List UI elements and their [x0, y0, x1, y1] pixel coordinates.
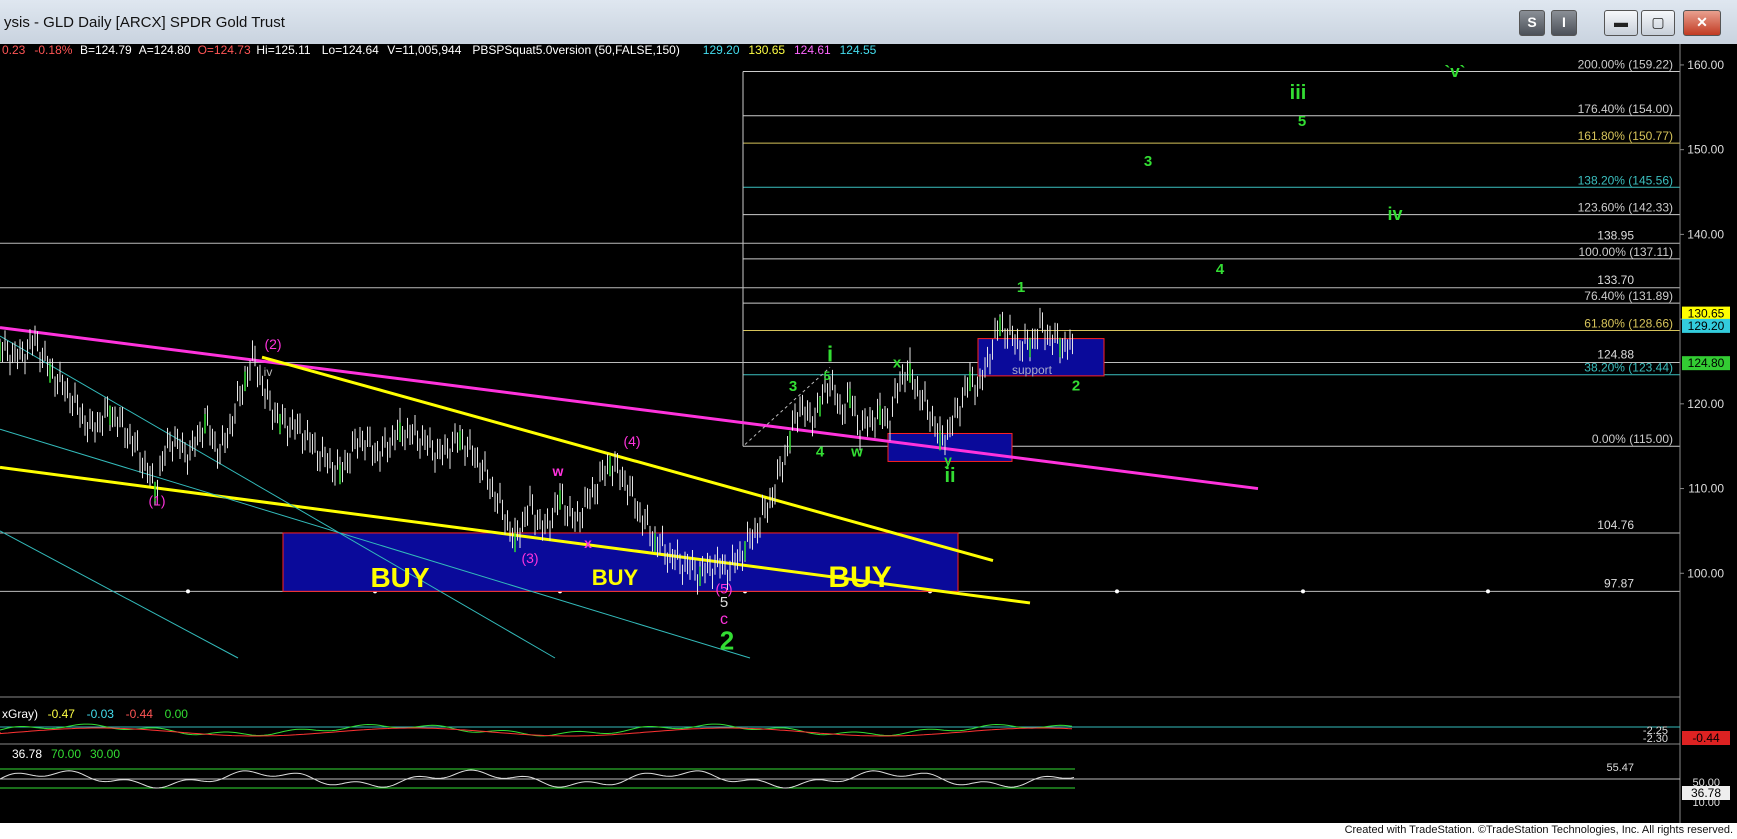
ind2-seg-2: 30.00 [90, 747, 120, 761]
fib-label-9: 0.00% (115.00) [1592, 432, 1673, 446]
fib-label-2: 161.80% (150.77) [1578, 129, 1673, 143]
annotation-14: 3 [789, 378, 797, 395]
tradestation-window: ysis - GLD Daily [ARCX] SPDR Gold Trust … [0, 0, 1737, 839]
ind2-axis-0: 55.47 [1606, 762, 1634, 774]
level-dot-6 [1301, 589, 1305, 594]
annotation-1: BUY [592, 565, 639, 590]
annotation-24: 2 [1072, 377, 1080, 394]
level-label-0: 138.95 [1597, 228, 1634, 242]
level-dot-0 [186, 589, 190, 594]
annotation-0: BUY [370, 562, 429, 593]
annotation-11: 5 [720, 594, 728, 611]
chart-background [0, 44, 1737, 823]
annotation-9: w [552, 463, 564, 479]
annotation-10: x [584, 535, 592, 551]
y-tick-label-4: 120.00 [1687, 397, 1724, 411]
annotation-25: 4 [1216, 261, 1225, 278]
header-seg-4: O=124.73 [198, 44, 251, 57]
annotation-27: iv [1387, 204, 1402, 224]
header-seg-12: 124.55 [840, 44, 877, 57]
s-button[interactable]: S [1519, 10, 1545, 36]
ind2-seg-0: 36.78 [12, 747, 42, 761]
level-dot-5 [1115, 589, 1119, 594]
annotation-16: 5 [824, 369, 831, 383]
annotation-3: (1) [148, 493, 165, 509]
footer: Created with TradeStation. ©TradeStation… [0, 823, 1737, 839]
annotation-17: i [827, 341, 833, 366]
ind2-seg-1: 70.00 [51, 747, 81, 761]
header-seg-11: 124.61 [794, 44, 831, 57]
title-bar[interactable]: ysis - GLD Daily [ARCX] SPDR Gold Trust … [0, 0, 1737, 45]
annotation-2: BUY [828, 561, 891, 594]
annotation-7: (4) [623, 433, 640, 449]
ind1-seg-0: xGray) [2, 707, 38, 721]
header-seg-3: A=124.80 [139, 44, 191, 57]
annotation-23: 1 [1017, 279, 1025, 296]
window-title: ysis - GLD Daily [ARCX] SPDR Gold Trust [4, 14, 285, 31]
fib-label-7: 61.80% (128.66) [1584, 316, 1673, 330]
annotation-30: `v` [1445, 62, 1466, 81]
ind1-seg-2: -0.03 [87, 707, 115, 721]
minimize-button[interactable]: ▬ [1604, 10, 1638, 36]
annotation-5: iv [264, 365, 273, 379]
y-tick-label-2: 140.00 [1687, 227, 1724, 241]
annotation-18: w [850, 443, 863, 460]
ind1-seg-1: -0.47 [48, 707, 76, 721]
level-label-1: 133.70 [1597, 273, 1634, 287]
annotation-28: iii [1290, 82, 1307, 104]
footer-credit: Created with TradeStation. ©TradeStation… [1344, 824, 1733, 836]
price-badge-label-2: 124.80 [1688, 356, 1725, 370]
close-button[interactable]: ✕ [1683, 10, 1721, 36]
level-dot-7 [1486, 589, 1490, 594]
header-seg-8: PBSPSquat5.0version (50,FALSE,150) [472, 44, 679, 57]
fib-label-4: 123.60% (142.33) [1578, 201, 1673, 215]
ind1-axis-1: -2.30 [1643, 733, 1668, 745]
annotation-4: (2) [264, 336, 281, 352]
header-seg-6: Lo=124.64 [322, 44, 379, 57]
header-seg-5: Hi=125.11 [256, 44, 310, 57]
annotation-13: 2 [720, 626, 734, 656]
annotation-26: 3 [1144, 153, 1152, 170]
header-seg-10: 130.65 [748, 44, 785, 57]
header-seg-7: V=11,005,944 [387, 44, 462, 57]
level-label-3: 104.76 [1597, 518, 1634, 532]
fib-label-6: 76.40% (131.89) [1584, 289, 1673, 303]
annotation-15: 4 [816, 443, 825, 460]
chart-plot[interactable]: 200.00% (159.22)176.40% (154.00)161.80% … [0, 44, 1737, 823]
annotation-19: x [893, 354, 902, 371]
ind1-seg-4: 0.00 [165, 707, 189, 721]
fib-label-5: 100.00% (137.11) [1578, 245, 1673, 259]
annotation-29: 5 [1298, 113, 1306, 130]
y-tick-label-6: 100.00 [1687, 566, 1724, 580]
y-tick-label-0: 160.00 [1687, 58, 1724, 72]
header-seg-1: -0.18% [34, 44, 72, 57]
header-seg-2: B=124.79 [80, 44, 132, 57]
header-seg-0: 0.23 [2, 44, 26, 57]
ind1-seg-3: -0.44 [126, 707, 154, 721]
fib-label-3: 138.20% (145.56) [1578, 173, 1673, 187]
fib-label-0: 200.00% (159.22) [1578, 58, 1673, 72]
level-label-4: 97.87 [1604, 576, 1634, 590]
ind1-badge-label: -0.44 [1692, 731, 1720, 745]
i-button[interactable]: I [1551, 10, 1577, 36]
header-seg-9: 129.20 [703, 44, 740, 57]
ind2-badge-label: 36.78 [1691, 786, 1721, 800]
level-label-2: 124.88 [1597, 347, 1634, 361]
annotation-22: support [1012, 363, 1053, 377]
fib-label-1: 176.40% (154.00) [1578, 102, 1673, 116]
annotation-6: (3) [521, 550, 538, 566]
y-tick-label-1: 150.00 [1687, 143, 1724, 157]
price-badge-label-1: 129.20 [1688, 319, 1725, 333]
annotation-21: ii [944, 465, 955, 487]
maximize-button[interactable]: ▢ [1641, 10, 1675, 36]
y-tick-label-5: 110.00 [1688, 482, 1724, 496]
